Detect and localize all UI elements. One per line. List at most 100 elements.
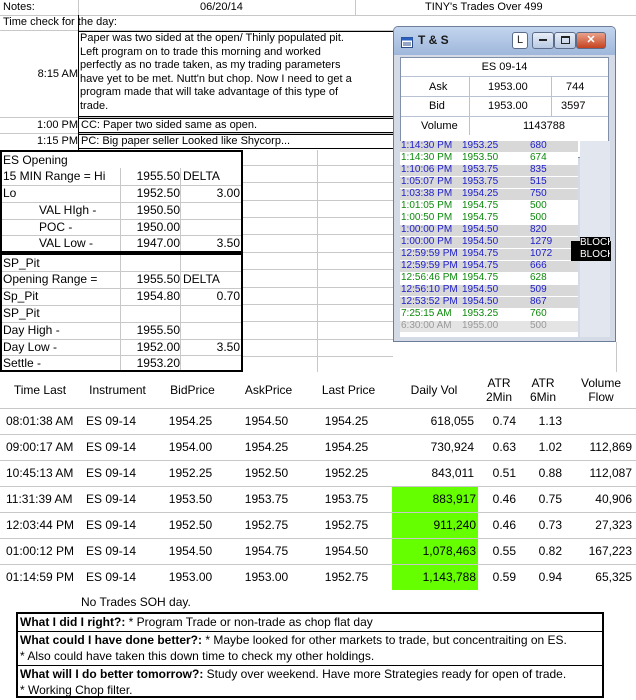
table-cell: 1953.00	[168, 570, 213, 584]
table-cell: 1954.50	[244, 414, 289, 428]
table-cell: 730,924	[430, 440, 474, 454]
es-row: 15 MIN Range = Hi 1955.50 DELTA	[3, 169, 220, 183]
column-header[interactable]: Time Last	[0, 383, 80, 397]
ts-titlebar[interactable]: T & S L ✕	[394, 27, 615, 55]
ts-trade-size: 1072	[530, 248, 553, 259]
volume-label: Volume	[421, 120, 458, 132]
table-cell: 0.46	[492, 492, 516, 506]
review-a2b: * Also could have taken this down time t…	[20, 649, 375, 663]
column-header[interactable]: ATR 2Min	[478, 376, 520, 404]
table-cell: 1954.25	[244, 440, 289, 454]
table-row[interactable]: 01:00:12 PM ES 09-14 1954.50 1954.75 1954.50…	[0, 538, 636, 564]
table-cell: 1954.25	[324, 414, 369, 428]
time-and-sales-window[interactable]: T & S L ✕ ES 09-14 Ask 1953.00 744 Bid 1…	[393, 26, 616, 342]
ts-trade-list[interactable]: 1:14:30 PM 1953.25 680 1:14:30 PM 1953.50 674…	[400, 141, 578, 337]
column-header[interactable]: BidPrice	[155, 383, 230, 397]
review-q1: What I did I right?: * Program Trade or …	[20, 615, 373, 629]
entry-time: 1:00 PM	[37, 119, 78, 131]
link-button[interactable]: L	[512, 32, 528, 49]
table-cell: 1952.50	[244, 466, 289, 480]
table-cell: 911,240	[392, 513, 478, 538]
table-row[interactable]: 08:01:38 AM ES 09-14 1954.25 1954.50 1954.25…	[0, 408, 636, 434]
ts-trade-row: 1:00:00 PM 1954.50 820	[400, 225, 578, 236]
table-cell: 1952.75	[324, 570, 369, 584]
table-cell: 1952.25	[324, 466, 369, 480]
ts-trade-size: 835	[530, 164, 547, 175]
table-cell: 1,143,788	[392, 565, 478, 590]
table-cell: ES 09-14	[86, 518, 137, 532]
ts-trade-size: 680	[530, 141, 547, 151]
ts-trade-price: 1954.25	[462, 188, 499, 199]
ts-trade-price: 1954.75	[462, 200, 499, 211]
table-cell: ES 09-14	[86, 492, 137, 506]
ts-trade-time: 1:14:30 PM	[401, 141, 453, 151]
ts-trade-row: 12:59:59 PM 1954.75 666	[400, 261, 578, 272]
table-cell: 27,323	[595, 518, 632, 532]
table-row[interactable]: 12:03:44 PM ES 09-14 1952.50 1952.75 1952.75…	[0, 512, 636, 538]
es-row: VAL HIgh - 1950.50	[39, 203, 180, 217]
ts-trade-time: 12:56:10 PM	[401, 284, 458, 295]
ts-block-tag: BLOCK	[580, 237, 610, 248]
ts-trade-time: 12:59:59 PM	[401, 248, 458, 259]
table-row[interactable]: 10:45:13 AM ES 09-14 1952.25 1952.50 1952.25…	[0, 460, 636, 486]
ts-trade-row: 1:03:38 PM 1954.25 750	[400, 189, 578, 200]
table-cell: 1954.25	[168, 414, 213, 428]
column-header[interactable]: Volume Flow	[566, 376, 636, 404]
bid-label: Bid	[429, 100, 445, 112]
close-button[interactable]: ✕	[576, 32, 606, 49]
ts-trade-price: 1954.50	[462, 284, 499, 295]
ts-trade-time: 12:53:52 PM	[401, 296, 458, 307]
ts-trade-price: 1954.50	[462, 296, 499, 307]
table-cell: 65,325	[595, 570, 632, 584]
table-row[interactable]: 01:14:59 PM ES 09-14 1953.00 1953.00 1952.75…	[0, 564, 636, 590]
sp-row: Opening Range = 1955.50 DELTA	[3, 272, 220, 286]
ts-trade-price: 1954.75	[462, 272, 499, 283]
es-opening-box: ES Opening 15 MIN Range = Hi 1955.50 DEL…	[0, 150, 243, 253]
table-cell: 1952.50	[168, 518, 213, 532]
column-header[interactable]: AskPrice	[230, 383, 307, 397]
table-row[interactable]: 09:00:17 AM ES 09-14 1954.00 1954.25 1954.25…	[0, 434, 636, 460]
sp-row: SP_Pit	[3, 256, 40, 270]
maximize-button[interactable]	[554, 32, 576, 49]
column-header[interactable]: Last Price	[307, 383, 390, 397]
ts-trade-time: 1:00:50 PM	[401, 212, 453, 223]
table-cell: 0.73	[538, 518, 562, 532]
ts-trade-size: 515	[530, 176, 547, 187]
table-cell: 0.75	[538, 492, 562, 506]
ts-trade-row: 6:30:00 AM 1955.00 500	[400, 321, 578, 332]
ts-trade-price: 1953.25	[462, 141, 499, 151]
table-cell: 1,078,463	[392, 539, 478, 564]
table-cell: 0.63	[492, 440, 516, 454]
table-cell: 1952.25	[168, 466, 213, 480]
table-cell: 0.51	[492, 466, 516, 480]
ts-trade-row: 12:56:46 PM 1954.75 628	[400, 273, 578, 284]
table-cell: 0.88	[538, 466, 562, 480]
window-title: T & S	[418, 33, 449, 47]
column-header[interactable]: Instrument	[80, 383, 155, 397]
ts-trade-time: 1:01:05 PM	[401, 200, 453, 211]
review-question: What could I have done better?:	[20, 633, 203, 647]
ts-trade-price: 1953.50	[462, 152, 499, 163]
ts-trade-size: 1279	[530, 236, 553, 247]
ask-label: Ask	[429, 81, 448, 93]
ts-trade-row: 1:14:30 PM 1953.25 680	[400, 141, 578, 152]
table-cell: 618,055	[430, 414, 474, 428]
ts-trade-size: 760	[530, 308, 547, 319]
sp-pit-box: SP_Pit Opening Range = 1955.50 DELTA Sp_…	[0, 253, 243, 372]
column-header[interactable]: ATR 6Min	[520, 376, 566, 404]
es-row: Lo 1952.50 3.00	[3, 186, 240, 200]
ts-block-tag: BLOCK	[580, 249, 610, 260]
table-cell: 112,869	[589, 440, 633, 454]
ts-trade-price: 1954.75	[462, 248, 499, 259]
table-cell: 843,011	[431, 466, 475, 480]
table-row[interactable]: 11:31:39 AM ES 09-14 1953.50 1953.75 1953.75…	[0, 486, 636, 512]
table-cell: 40,906	[595, 492, 632, 506]
table-cell: 1954.75	[244, 544, 289, 558]
table-cell: 0.55	[492, 544, 516, 558]
es-row: POC - 1950.00	[39, 220, 180, 234]
minimize-button[interactable]	[532, 32, 554, 49]
ts-trade-price: 1953.75	[462, 164, 499, 175]
column-header[interactable]: Daily Vol	[390, 383, 478, 397]
ts-trade-row: 7:25:15 AM 1953.25 760	[400, 309, 578, 320]
ts-trade-time: 6:30:00 AM	[401, 320, 452, 331]
